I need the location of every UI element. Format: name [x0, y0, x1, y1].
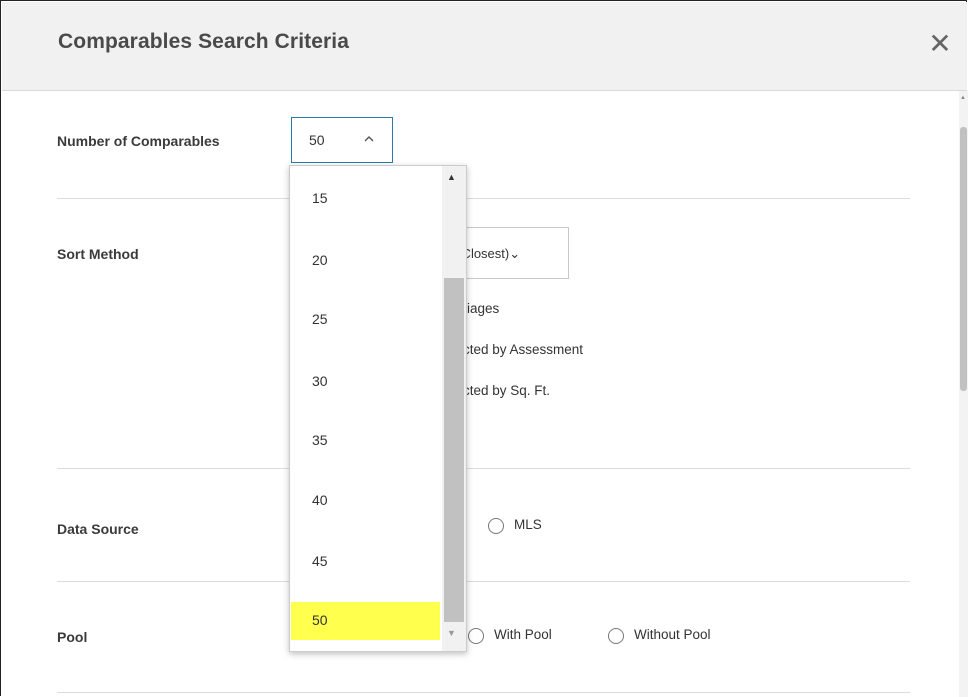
divider	[57, 692, 910, 693]
option-label: 25	[312, 311, 328, 327]
number-of-comparables-label: Number of Comparables	[57, 133, 220, 149]
divider	[57, 581, 910, 582]
option-label: 50	[312, 612, 328, 628]
scroll-down-arrow-icon[interactable]: ▼	[447, 628, 456, 638]
option-label: 30	[312, 373, 328, 389]
number-of-comparables-dropdown: 15 20 25 30 35 40 45 50 ▲ ▼	[289, 165, 467, 652]
option-label: 40	[312, 492, 328, 508]
sort-option-1[interactable]: iages	[467, 301, 499, 316]
scroll-up-arrow-icon[interactable]: ▲	[447, 172, 456, 182]
number-of-comparables-value: 50	[309, 132, 325, 148]
dropdown-option-35[interactable]: 35	[291, 422, 440, 460]
sort-method-label: Sort Method	[57, 246, 139, 262]
dropdown-scrollbar-thumb[interactable]	[444, 278, 464, 622]
divider	[57, 468, 910, 469]
dropdown-option-50[interactable]: 50	[291, 602, 440, 640]
dialog-header: Comparables Search Criteria ✕	[2, 2, 967, 91]
sort-option-3[interactable]: cted by Sq. Ft.	[463, 383, 550, 398]
dropdown-option-20[interactable]: 20	[291, 242, 440, 280]
close-icon[interactable]: ✕	[928, 30, 952, 58]
dialog-title: Comparables Search Criteria	[58, 30, 349, 53]
number-of-comparables-select[interactable]: 50	[291, 117, 393, 163]
sort-option-2[interactable]: cted by Assessment	[463, 342, 583, 357]
chevron-down-icon: ⌄	[509, 246, 521, 261]
option-label: 15	[312, 190, 328, 206]
data-source-label: Data Source	[57, 521, 139, 537]
dropdown-option-15[interactable]: 15	[291, 180, 440, 218]
option-label: 20	[312, 252, 328, 268]
without-pool-label: Without Pool	[634, 627, 711, 642]
dropdown-option-30[interactable]: 30	[291, 363, 440, 401]
dropdown-option-40[interactable]: 40	[291, 482, 440, 520]
with-pool-radio[interactable]	[468, 628, 484, 644]
dropdown-option-45[interactable]: 45	[291, 543, 440, 581]
pool-label: Pool	[57, 629, 88, 645]
comparables-dialog: Comparables Search Criteria ✕ Number of …	[0, 0, 968, 697]
without-pool-radio[interactable]	[608, 628, 624, 644]
chevron-up-icon	[364, 132, 374, 146]
with-pool-label: With Pool	[494, 627, 552, 642]
option-label: 35	[312, 432, 328, 448]
page-scrollbar-thumb[interactable]	[960, 127, 967, 391]
option-label: 45	[312, 553, 328, 569]
dropdown-option-25[interactable]: 25	[291, 301, 440, 339]
page-scrollbar[interactable]: ▲	[959, 91, 968, 697]
mls-radio[interactable]	[488, 518, 504, 534]
scroll-up-arrow-icon[interactable]: ▲	[960, 95, 966, 101]
divider	[57, 198, 910, 199]
mls-radio-label: MLS	[514, 517, 542, 532]
dropdown-scrollbar[interactable]: ▲ ▼	[442, 166, 466, 651]
